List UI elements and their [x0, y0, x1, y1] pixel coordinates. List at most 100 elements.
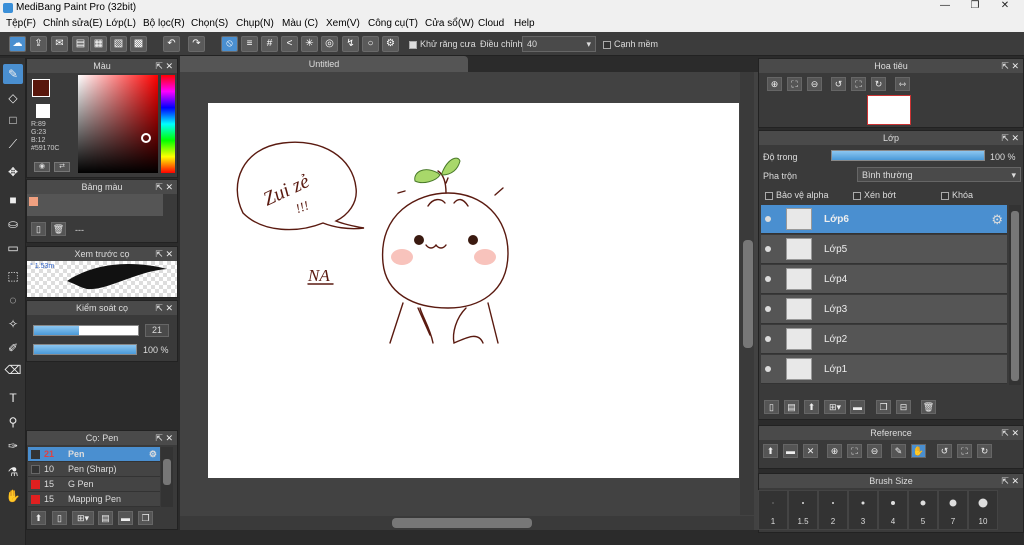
move-tool-icon[interactable]: ✥: [3, 162, 23, 182]
snap-off-icon[interactable]: ⦸: [221, 36, 238, 52]
brush-item-g-pen[interactable]: 15 G Pen: [28, 477, 160, 492]
menu-window[interactable]: Cửa sổ(W): [425, 18, 474, 29]
clipping-checkbox[interactable]: Xén bớt: [853, 190, 896, 200]
delete-palette-icon[interactable]: 🗑: [51, 222, 66, 236]
transparent-swatch[interactable]: [36, 104, 50, 118]
soft-edge-toggle[interactable]: Cạnh mềm: [603, 39, 658, 49]
menu-filter[interactable]: Bộ lọc(R): [143, 18, 185, 29]
bucket-tool-icon[interactable]: ⛀: [3, 214, 23, 234]
magic-wand-tool-icon[interactable]: ✧: [3, 314, 23, 334]
layer-item[interactable]: Lớp4: [761, 265, 1007, 294]
brush-size-value[interactable]: 21: [145, 324, 169, 337]
pages-icon[interactable]: ▧: [110, 36, 127, 52]
duplicate-layer-icon[interactable]: ❐: [876, 400, 891, 414]
color-swap-button[interactable]: ⇄: [54, 162, 70, 172]
dot-tool-icon[interactable]: □: [3, 110, 23, 130]
antialias-toggle[interactable]: Khử răng cưa: [409, 39, 476, 49]
foreground-color-swatch[interactable]: [32, 79, 50, 97]
palette-swatch[interactable]: [29, 197, 38, 206]
eye-icon[interactable]: [765, 366, 771, 372]
brush-size-1[interactable]: 1: [758, 490, 788, 530]
select-pen-tool-icon[interactable]: ✐: [3, 338, 23, 358]
merge-layer-icon[interactable]: ⊟: [896, 400, 911, 414]
menu-cloud[interactable]: Cloud: [478, 18, 504, 29]
radial-snap-icon[interactable]: ✳: [301, 36, 318, 52]
vanish-snap-icon[interactable]: <: [281, 36, 298, 52]
tab-untitled[interactable]: Untitled: [180, 56, 468, 72]
zoom-fit-icon[interactable]: ⛶: [787, 77, 802, 91]
menu-layer[interactable]: Lớp(L): [106, 18, 136, 29]
maximize-button[interactable]: ❐: [962, 0, 988, 14]
brush-size-10[interactable]: 10: [968, 490, 998, 530]
menu-select[interactable]: Chọn(S): [191, 18, 228, 29]
eye-icon[interactable]: [765, 336, 771, 342]
brush-size-3[interactable]: 3: [848, 490, 878, 530]
rotate-right-icon[interactable]: ↻: [871, 77, 886, 91]
canvas-horizontal-thumb[interactable]: [392, 518, 532, 528]
blur-tool-icon[interactable]: ⟋: [3, 134, 23, 154]
add-layer-menu-icon[interactable]: ⊞▾: [824, 400, 846, 414]
brush-item-pen[interactable]: 21 Pen ⚙: [28, 447, 160, 462]
select-eraser-tool-icon[interactable]: ⌫: [3, 360, 23, 380]
ref-rotate-left-icon[interactable]: ↺: [937, 444, 952, 458]
ref-open-icon[interactable]: ⬆: [763, 444, 778, 458]
menu-color[interactable]: Màu (C): [282, 18, 318, 29]
layer-item[interactable]: Lớp3: [761, 295, 1007, 324]
text-tool-icon[interactable]: T: [3, 388, 23, 408]
eyedropper-tool-icon[interactable]: ⚗: [3, 462, 23, 482]
hand-tool-icon[interactable]: ✋: [3, 486, 23, 506]
adjust-select[interactable]: 40 ▾: [522, 36, 596, 52]
operation-tool-icon[interactable]: ⚲: [3, 412, 23, 432]
ellipse-snap-icon[interactable]: ○: [362, 36, 379, 52]
new-brush-icon[interactable]: ▯: [52, 511, 67, 525]
drawing-canvas[interactable]: Zui zẻ !!! NA: [208, 103, 739, 478]
brush-folder-icon[interactable]: ▬: [118, 511, 133, 525]
delete-layer-icon[interactable]: 🗑: [921, 400, 936, 414]
lasso-tool-icon[interactable]: ◌: [3, 290, 23, 310]
eye-icon[interactable]: [765, 306, 771, 312]
grid-icon[interactable]: ▩: [130, 36, 147, 52]
ref-zoom-in-icon[interactable]: ⊕: [827, 444, 842, 458]
undo-icon[interactable]: ↶: [163, 36, 180, 52]
layer-scrollbar[interactable]: [1009, 205, 1021, 385]
layer-item[interactable]: Lớp6 ⚙: [761, 205, 1007, 234]
layer-settings-icon[interactable]: ⚙: [991, 212, 1003, 228]
ref-rotate-right-icon[interactable]: ↻: [977, 444, 992, 458]
close-button[interactable]: ✕: [992, 0, 1018, 14]
brush-item-mapping-pen[interactable]: 15 Mapping Pen: [28, 492, 160, 507]
cloud-icon[interactable]: ☁: [9, 36, 26, 52]
upload-icon[interactable]: ⇪: [30, 36, 47, 52]
layer-item[interactable]: Lớp5: [761, 235, 1007, 264]
brush-duplicate-icon[interactable]: ❐: [138, 511, 153, 525]
add-brush-icon[interactable]: ⬆: [31, 511, 46, 525]
settings-icon[interactable]: ⚙: [382, 36, 399, 52]
protect-alpha-checkbox[interactable]: Bảo vệ alpha: [765, 190, 829, 200]
canvas-vertical-thumb[interactable]: [743, 240, 753, 348]
saturation-value-picker[interactable]: [78, 75, 158, 173]
redo-icon[interactable]: ↷: [188, 36, 205, 52]
brush-size-slider[interactable]: [33, 325, 139, 336]
fill-shape-tool-icon[interactable]: ■: [3, 190, 23, 210]
eraser-tool-icon[interactable]: ◇: [3, 88, 23, 108]
page-icon[interactable]: ▦: [90, 36, 107, 52]
ref-fit-icon[interactable]: ⛶: [847, 444, 862, 458]
fit-window-icon[interactable]: ⛶: [851, 77, 866, 91]
zoom-in-icon[interactable]: ⊕: [767, 77, 782, 91]
brush-item-pen-sharp[interactable]: 10 Pen (Sharp): [28, 462, 160, 477]
rotate-left-icon[interactable]: ↺: [831, 77, 846, 91]
ref-close-icon[interactable]: ✕: [803, 444, 818, 458]
eye-icon[interactable]: [765, 246, 771, 252]
book-icon[interactable]: ▤: [72, 36, 89, 52]
layer-item[interactable]: Lớp1: [761, 355, 1007, 384]
new-halftone-layer-icon[interactable]: ▤: [784, 400, 799, 414]
navigator-thumbnail[interactable]: [867, 95, 911, 125]
ref-eyedropper-icon[interactable]: ✎: [891, 444, 906, 458]
ref-folder-icon[interactable]: ▬: [783, 444, 798, 458]
color-mode-button[interactable]: ◉: [34, 162, 50, 172]
brush-size-4[interactable]: 4: [878, 490, 908, 530]
divide-tool-icon[interactable]: ✑: [3, 436, 23, 456]
circle-snap-icon[interactable]: ◎: [321, 36, 338, 52]
menu-capture[interactable]: Chụp(N): [236, 18, 274, 29]
parallel-snap-icon[interactable]: ≡: [241, 36, 258, 52]
brush-size-2[interactable]: 2: [818, 490, 848, 530]
